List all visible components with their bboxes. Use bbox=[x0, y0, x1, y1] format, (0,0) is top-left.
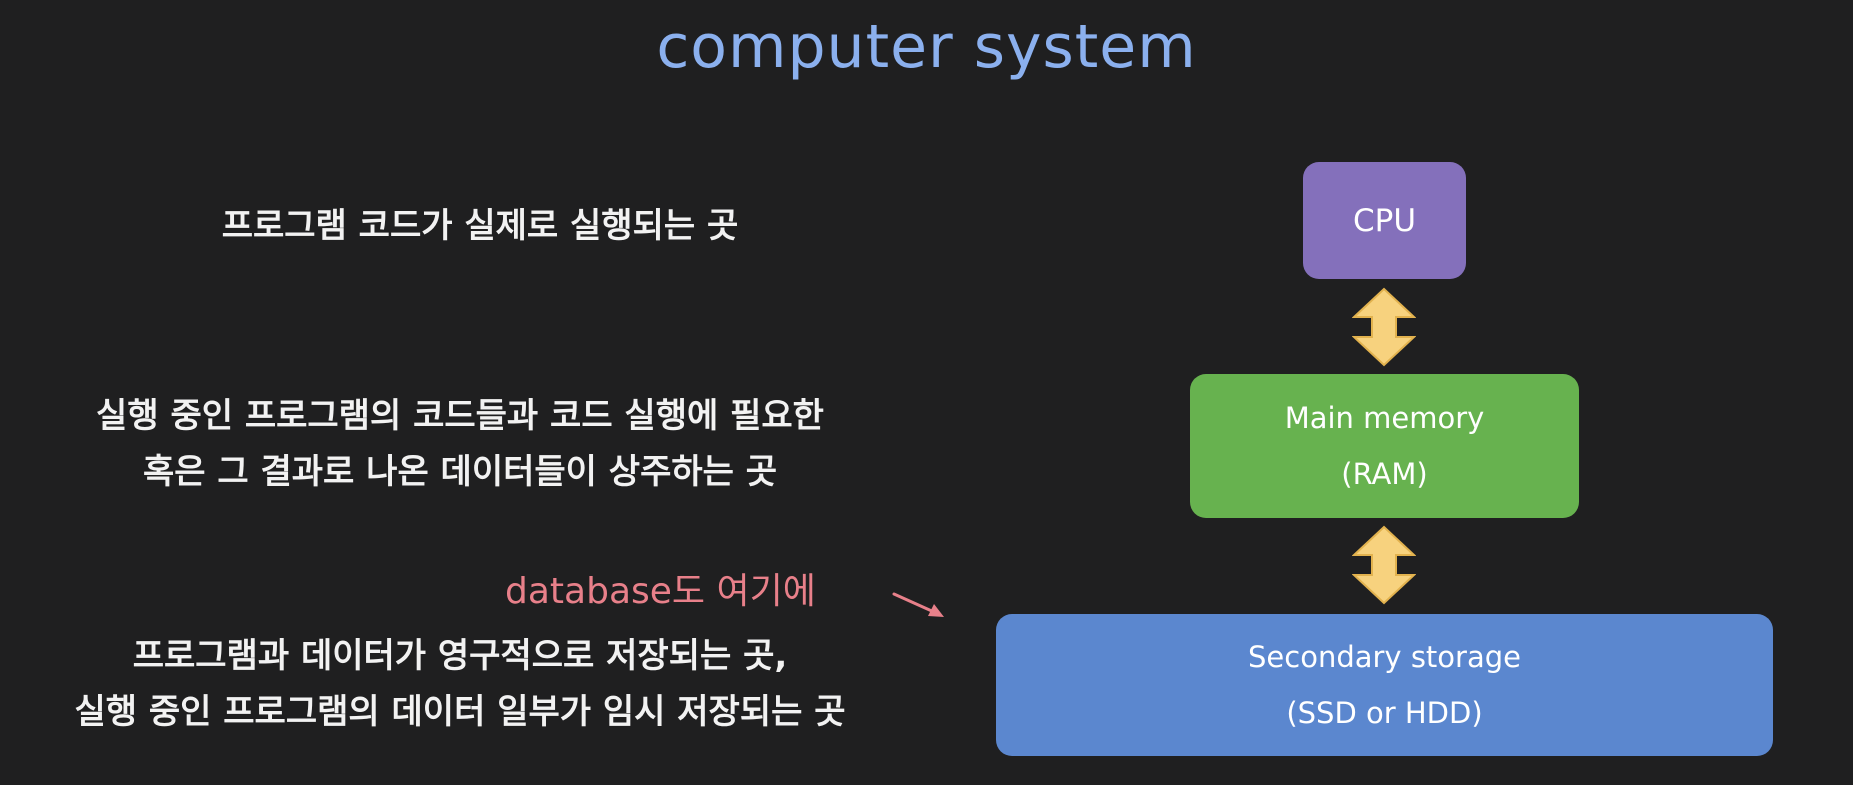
secondary-storage-label-line-1: Secondary storage bbox=[1248, 640, 1521, 674]
double-headed-vertical-arrow-icon bbox=[1352, 525, 1416, 605]
database-annotation: database도 여기에 bbox=[505, 571, 816, 612]
storage-description-line-2: 실행 중인 프로그램의 데이터 일부가 임시 저장되는 곳 bbox=[74, 692, 846, 732]
storage-description: 프로그램과 데이터가 영구적으로 저장되는 곳, 실행 중인 프로그램의 데이터… bbox=[20, 628, 900, 740]
pointer-arrow-icon bbox=[892, 592, 944, 617]
cpu-description-text: 프로그램 코드가 실제로 실행되는 곳 bbox=[221, 206, 739, 246]
secondary-storage-box: Secondary storage (SSD or HDD) bbox=[996, 614, 1773, 756]
double-headed-vertical-arrow-icon bbox=[1352, 287, 1416, 367]
ram-description: 실행 중인 프로그램의 코드들과 코드 실행에 필요한 혹은 그 결과로 나온 … bbox=[30, 388, 890, 500]
ram-description-line-1: 실행 중인 프로그램의 코드들과 코드 실행에 필요한 bbox=[96, 396, 824, 436]
cpu-box: CPU bbox=[1303, 162, 1466, 279]
cpu-box-label: CPU bbox=[1352, 202, 1417, 239]
cpu-description: 프로그램 코드가 실제로 실행되는 곳 bbox=[130, 198, 830, 254]
storage-description-line-1: 프로그램과 데이터가 영구적으로 저장되는 곳, bbox=[132, 636, 788, 676]
diagram-title: computer system bbox=[656, 12, 1197, 82]
main-memory-box: Main memory (RAM) bbox=[1190, 374, 1579, 518]
secondary-storage-label-line-2: (SSD or HDD) bbox=[1286, 696, 1483, 730]
main-memory-label-line-1: Main memory bbox=[1284, 401, 1485, 435]
ram-description-line-2: 혹은 그 결과로 나온 데이터들이 상주하는 곳 bbox=[142, 452, 778, 492]
main-memory-label-line-2: (RAM) bbox=[1341, 457, 1428, 491]
